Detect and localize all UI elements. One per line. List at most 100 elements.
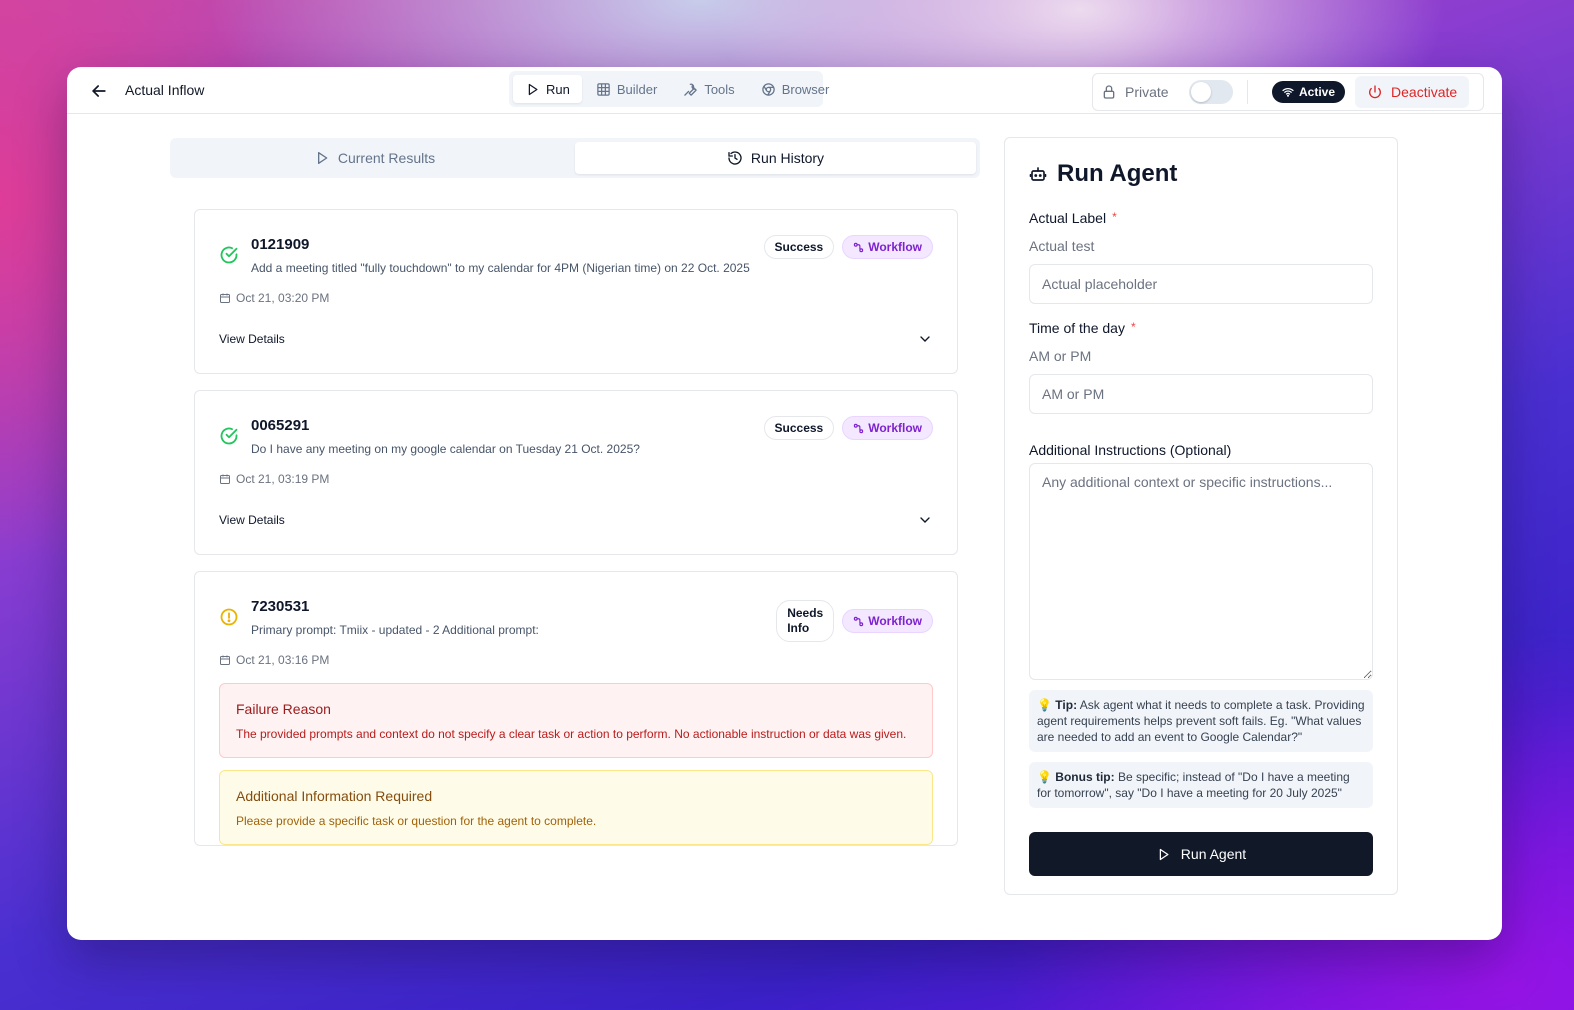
bot-icon — [1029, 167, 1047, 181]
check-circle-icon — [220, 246, 238, 264]
chrome-icon — [761, 82, 775, 96]
run-badges: Success Workflow — [763, 235, 933, 259]
status-badge: Needs Info — [776, 600, 835, 642]
tab-browser-label: Browser — [781, 81, 830, 97]
calendar-icon — [220, 474, 230, 484]
actual-label-input[interactable] — [1029, 264, 1373, 304]
required-mark: * — [1112, 210, 1117, 224]
private-toggle[interactable] — [1188, 80, 1233, 104]
wrench-icon — [684, 83, 698, 96]
chevron-down-icon — [920, 336, 930, 342]
tab-browser[interactable]: Browser — [749, 75, 842, 103]
run-date-text: Oct 21, 03:19 PM — [236, 472, 330, 486]
required-mark: * — [1130, 320, 1136, 334]
time-of-day-input[interactable] — [1029, 374, 1373, 414]
play-icon — [317, 152, 328, 164]
instructions-label: Additional Instructions (Optional) — [1029, 442, 1232, 458]
tip-text: Ask agent what it needs to complete a ta… — [1037, 698, 1365, 744]
run-date: Oct 21, 03:19 PM — [195, 456, 957, 486]
run-agent-label: Run Agent — [1180, 846, 1247, 862]
private-setting: Private — [1093, 80, 1243, 104]
run-date-text: Oct 21, 03:20 PM — [236, 291, 330, 305]
run-badges: Needs Info Workflow — [776, 600, 933, 642]
app-window: Actual Inflow Run Builder Tools Browser — [67, 67, 1502, 940]
status-badge-line1: Needs — [787, 606, 824, 620]
tab-builder-label: Builder — [616, 81, 658, 97]
run-card: 0065291 Do I have any meeting on my goog… — [194, 390, 958, 555]
play-icon — [528, 83, 538, 95]
run-card-header: 7230531 Primary prompt: Tmiix - updated … — [195, 572, 957, 642]
run-prompt: Add a meeting titled "fully touchdown" t… — [251, 261, 750, 275]
tab-run-history-label: Run History — [750, 150, 825, 166]
workflow-badge-label: Workflow — [868, 240, 922, 254]
history-icon — [728, 151, 742, 165]
run-date-text: Oct 21, 03:16 PM — [236, 653, 330, 667]
tab-tools[interactable]: Tools — [671, 75, 746, 103]
failure-title: Failure Reason — [236, 701, 331, 717]
run-badges: Success Workflow — [763, 416, 933, 440]
workflow-badge-label: Workflow — [868, 614, 922, 628]
status-badge: Success — [763, 235, 835, 259]
tip-label: Tip: — [1055, 698, 1078, 712]
view-details-label: View Details — [219, 513, 285, 527]
failure-text: The provided prompts and context do not … — [236, 727, 907, 741]
tip-box: 💡 Tip: Ask agent what it needs to comple… — [1029, 690, 1373, 752]
field-description: Actual test — [1029, 238, 1095, 254]
run-card-header: 0065291 Do I have any meeting on my goog… — [195, 391, 957, 456]
back-button[interactable] — [87, 79, 111, 103]
deactivate-button[interactable]: Deactivate — [1355, 76, 1470, 108]
panel-title-text: Run Agent — [1057, 160, 1178, 187]
run-history-list: 0121909 Add a meeting titled "fully touc… — [194, 209, 958, 883]
top-bar: Actual Inflow Run Builder Tools Browser — [67, 67, 1502, 114]
workflow-icon — [854, 242, 864, 252]
run-agent-panel: Run Agent Actual Label * Actual test Time… — [1004, 137, 1398, 895]
run-card: 0121909 Add a meeting titled "fully touc… — [194, 209, 958, 374]
lightbulb-icon: 💡 — [1037, 770, 1052, 784]
status-badge-label: Active — [1299, 85, 1336, 99]
arrow-left-icon — [92, 85, 106, 97]
workflow-badge: Workflow — [842, 416, 933, 440]
tab-tools-label: Tools — [704, 81, 735, 97]
bonus-tip-label: Bonus tip: — [1055, 770, 1115, 784]
view-details-toggle[interactable]: View Details — [195, 486, 957, 554]
workflow-icon — [854, 616, 864, 626]
wifi-icon — [1282, 88, 1294, 97]
tab-run-label: Run — [546, 81, 570, 97]
info-title: Additional Information Required — [236, 788, 433, 804]
play-icon — [1159, 848, 1169, 860]
run-date: Oct 21, 03:20 PM — [195, 275, 957, 305]
agent-controls: Private Active Deactivate — [1092, 73, 1484, 111]
additional-info-box: Additional Information Required Please p… — [219, 770, 933, 845]
workflow-badge: Workflow — [842, 235, 933, 259]
main-nav-tabs: Run Builder Tools Browser — [509, 71, 829, 107]
tab-run[interactable]: Run — [513, 75, 582, 103]
panel-title: Run Agent — [1029, 160, 1373, 188]
failure-reason-box: Failure Reason The provided prompts and … — [219, 683, 933, 758]
results-tabs: Current Results Run History — [170, 138, 980, 178]
run-agent-button[interactable]: Run Agent — [1029, 832, 1373, 876]
run-card: 7230531 Primary prompt: Tmiix - updated … — [194, 571, 958, 846]
check-circle-icon — [220, 427, 238, 445]
lightbulb-icon: 💡 — [1037, 698, 1052, 712]
field-label-text: Time of the day — [1029, 320, 1125, 336]
field-label-text: Actual Label — [1029, 210, 1107, 226]
deactivate-label: Deactivate — [1391, 84, 1458, 100]
status-badge: Success — [763, 416, 835, 440]
alert-circle-icon — [220, 608, 238, 626]
instructions-textarea[interactable] — [1029, 463, 1373, 680]
calendar-icon — [220, 293, 230, 303]
tab-run-history[interactable]: Run History — [575, 142, 976, 174]
field-label-time: Time of the day * — [1029, 320, 1373, 336]
tab-builder[interactable]: Builder — [584, 75, 669, 103]
calendar-icon — [220, 655, 230, 665]
info-text: Please provide a specific task or questi… — [236, 814, 597, 828]
status-badge-line2: Info — [787, 621, 810, 635]
view-details-toggle[interactable]: View Details — [195, 305, 957, 373]
field-label-actual: Actual Label * — [1029, 210, 1373, 226]
run-card-header: 0121909 Add a meeting titled "fully touc… — [195, 210, 957, 275]
chevron-down-icon — [920, 517, 930, 523]
tab-current-results-label: Current Results — [337, 150, 436, 166]
view-details-label: View Details — [219, 332, 285, 346]
tab-current-results[interactable]: Current Results — [174, 142, 575, 174]
grid-icon — [597, 82, 610, 96]
